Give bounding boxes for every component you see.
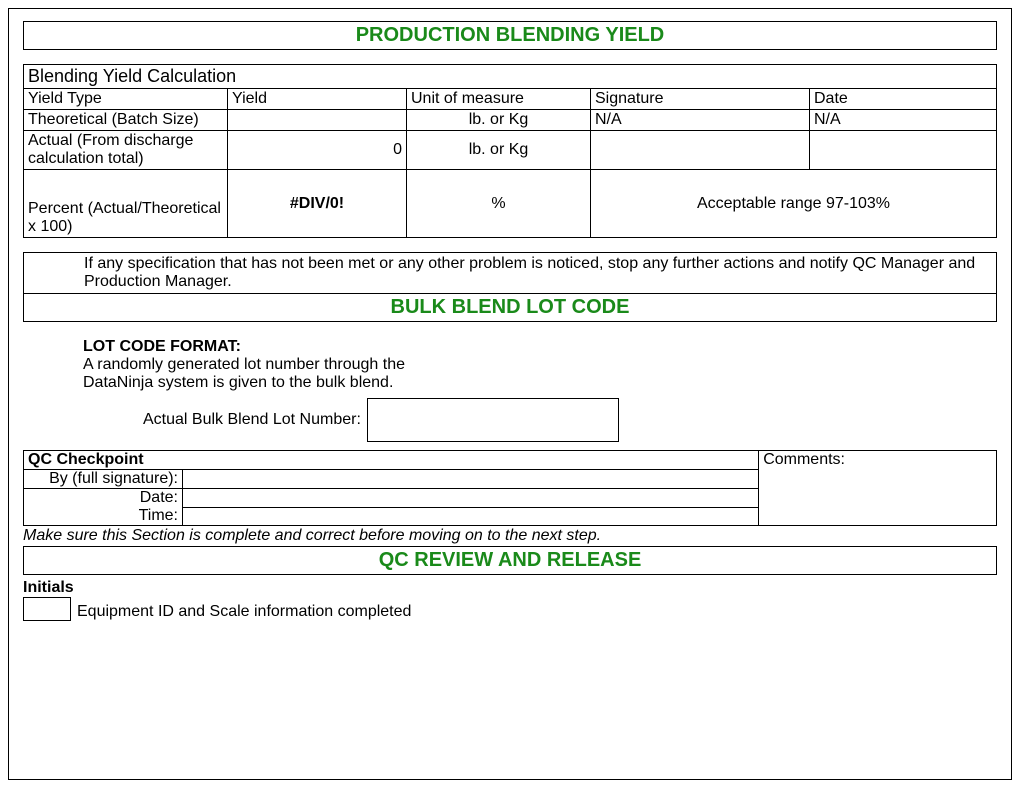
col-date: Date bbox=[810, 89, 997, 110]
lot-code-desc-line1: A randomly generated lot number through … bbox=[83, 356, 997, 374]
lot-code-format-hdr: LOT CODE FORMAT: bbox=[83, 338, 997, 356]
qc-by-input[interactable] bbox=[183, 470, 759, 489]
row-actual-unit: lb. or Kg bbox=[407, 131, 591, 170]
row-theoretical-label: Theoretical (Batch Size) bbox=[24, 110, 228, 131]
row-actual-yield[interactable]: 0 bbox=[228, 131, 407, 170]
row-percent-unit: % bbox=[407, 170, 591, 238]
row-percent-yield: #DIV/0! bbox=[228, 170, 407, 238]
qc-time-input[interactable] bbox=[183, 507, 759, 526]
row-theoretical-unit: lb. or Kg bbox=[407, 110, 591, 131]
col-yield-type: Yield Type bbox=[24, 89, 228, 110]
initials-input[interactable] bbox=[23, 597, 71, 621]
lot-code-section: LOT CODE FORMAT: A randomly generated lo… bbox=[23, 322, 997, 450]
row-actual-date[interactable] bbox=[810, 131, 997, 170]
heading-bulk-blend-lot-code: BULK BLEND LOT CODE bbox=[24, 294, 996, 321]
lot-number-input[interactable] bbox=[367, 398, 619, 442]
row-actual-signature[interactable] bbox=[591, 131, 810, 170]
spec-warning-text: If any specification that has not been m… bbox=[24, 253, 996, 294]
heading-production-blending-yield: PRODUCTION BLENDING YIELD bbox=[23, 21, 997, 50]
section-complete-note: Make sure this Section is complete and c… bbox=[23, 527, 997, 545]
qc-date-input[interactable] bbox=[183, 489, 759, 508]
qc-time-label: Time: bbox=[24, 507, 183, 526]
lot-number-label: Actual Bulk Blend Lot Number: bbox=[143, 411, 361, 429]
lot-code-desc-line2: DataNinja system is given to the bulk bl… bbox=[83, 374, 997, 392]
col-signature: Signature bbox=[591, 89, 810, 110]
qc-date-label: Date: bbox=[24, 489, 183, 508]
qc-checkpoint-table: QC Checkpoint Comments: By (full signatu… bbox=[23, 450, 997, 526]
qc-comments[interactable]: Comments: bbox=[759, 451, 997, 526]
initials-header: Initials bbox=[23, 579, 997, 597]
equipment-id-label: Equipment ID and Scale information compl… bbox=[77, 603, 411, 621]
form-page: PRODUCTION BLENDING YIELD Blending Yield… bbox=[8, 8, 1012, 780]
qc-checkpoint-hdr: QC Checkpoint bbox=[24, 451, 759, 470]
row-theoretical-yield[interactable] bbox=[228, 110, 407, 131]
row-theoretical-signature: N/A bbox=[591, 110, 810, 131]
row-actual-label: Actual (From discharge calculation total… bbox=[24, 131, 228, 170]
qc-by-label: By (full signature): bbox=[24, 470, 183, 489]
blending-yield-table: Blending Yield Calculation Yield Type Yi… bbox=[23, 64, 997, 238]
row-percent-acceptable: Acceptable range 97-103% bbox=[591, 170, 997, 238]
heading-qc-review-release: QC REVIEW AND RELEASE bbox=[23, 546, 997, 575]
table-caption: Blending Yield Calculation bbox=[24, 65, 997, 89]
initials-row: Equipment ID and Scale information compl… bbox=[23, 597, 997, 621]
row-theoretical-date: N/A bbox=[810, 110, 997, 131]
row-percent-label: Percent (Actual/Theoretical x 100) bbox=[24, 170, 228, 238]
col-unit: Unit of measure bbox=[407, 89, 591, 110]
spec-box: If any specification that has not been m… bbox=[23, 252, 997, 322]
col-yield: Yield bbox=[228, 89, 407, 110]
